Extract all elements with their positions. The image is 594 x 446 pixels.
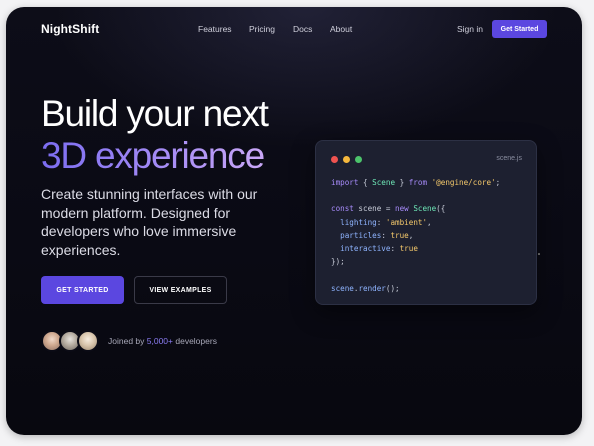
get-started-button[interactable]: GET STARTED bbox=[41, 276, 124, 304]
code-line: }); bbox=[331, 255, 500, 268]
code-token: scene = bbox=[353, 204, 396, 214]
code-token: from bbox=[408, 178, 428, 187]
logo[interactable]: NightShift bbox=[41, 22, 99, 36]
code-token: ({ bbox=[436, 204, 446, 214]
code-token: : bbox=[376, 217, 386, 227]
code-token: }); bbox=[331, 257, 345, 267]
code-line: import { Scene } from '@engine/core'; bbox=[331, 176, 500, 189]
code-token: const bbox=[331, 204, 354, 214]
code-token: 'ambient' bbox=[385, 217, 428, 227]
nav-link-features[interactable]: Features bbox=[198, 24, 232, 34]
code-line: const scene = new Scene({ bbox=[331, 202, 500, 215]
code-token: true bbox=[399, 244, 418, 254]
code-line: particles: true, bbox=[331, 229, 500, 242]
nav-get-started-button[interactable]: Get Started bbox=[492, 20, 547, 38]
nav-link-about[interactable]: About bbox=[330, 24, 352, 34]
code-token: , bbox=[408, 230, 414, 240]
code-token: { bbox=[358, 178, 373, 187]
view-examples-button[interactable]: VIEW EXAMPLES bbox=[134, 276, 227, 304]
code-token: lighting bbox=[340, 217, 377, 227]
social-proof-prefix: Joined by bbox=[108, 336, 147, 346]
window-maximize-dot bbox=[355, 156, 362, 163]
code-line: interactive: true bbox=[331, 242, 500, 255]
code-filename: scene.js bbox=[496, 155, 522, 162]
code-token: interactive bbox=[340, 244, 391, 254]
hero-description: Create stunning interfaces with our mode… bbox=[41, 186, 258, 258]
code-token: : bbox=[390, 244, 400, 254]
decorative-dot bbox=[538, 253, 540, 255]
hero-title-line1: Build your next bbox=[41, 93, 269, 134]
hero-title-line2: 3D experience bbox=[41, 135, 265, 176]
code-token: render bbox=[358, 283, 386, 293]
page-frame: NightShift Features Pricing Docs About S… bbox=[6, 7, 582, 435]
code-line: scene.render(); bbox=[331, 282, 500, 295]
social-proof-suffix: developers bbox=[173, 336, 217, 346]
developer-count: 5,000+ bbox=[146, 336, 173, 346]
top-nav: NightShift Features Pricing Docs About S… bbox=[6, 7, 582, 51]
code-line: lighting: 'ambient', bbox=[331, 216, 500, 229]
avatar-group bbox=[41, 330, 101, 352]
code-token: particles bbox=[340, 230, 382, 240]
code-token: import bbox=[331, 178, 359, 187]
code-token: '@engine/core' bbox=[431, 178, 496, 187]
code-block: import { Scene } from '@engine/core'; co… bbox=[331, 176, 500, 295]
code-token: Scene bbox=[413, 204, 437, 214]
code-token: (); bbox=[385, 283, 400, 293]
code-token: , bbox=[427, 217, 432, 227]
code-token: scene bbox=[331, 283, 354, 293]
nav-link-pricing[interactable]: Pricing bbox=[249, 24, 275, 34]
code-token: ; bbox=[495, 178, 501, 187]
social-proof-text: Joined by 5,000+ developers bbox=[108, 336, 217, 346]
code-preview-card: scene.js import { Scene } from '@engine/… bbox=[315, 140, 537, 305]
window-minimize-dot bbox=[343, 156, 350, 163]
sign-in-link[interactable]: Sign in bbox=[457, 24, 483, 34]
avatar bbox=[77, 330, 99, 352]
window-close-dot bbox=[331, 156, 338, 163]
code-token: Scene bbox=[372, 178, 396, 187]
code-token: true bbox=[390, 230, 409, 240]
code-token: new bbox=[395, 204, 409, 214]
nav-link-docs[interactable]: Docs bbox=[293, 24, 312, 34]
code-token: } bbox=[395, 178, 409, 187]
